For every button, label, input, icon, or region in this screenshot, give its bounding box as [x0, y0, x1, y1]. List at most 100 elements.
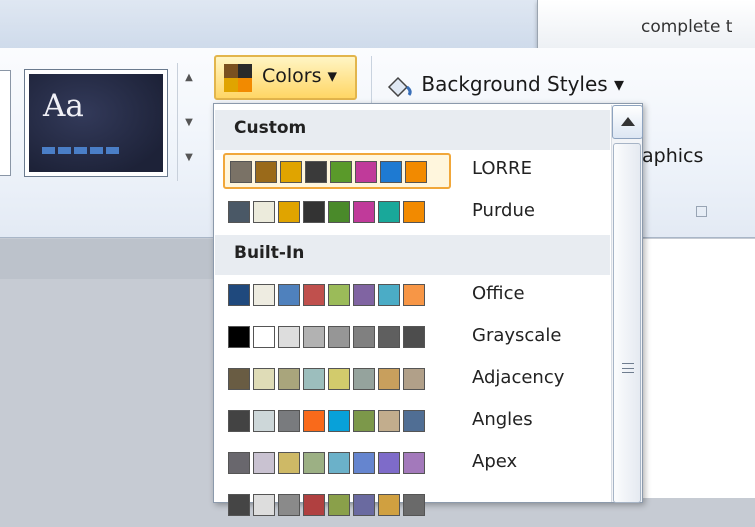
- scroll-up-button[interactable]: [612, 105, 643, 139]
- color-swatch: [403, 284, 425, 306]
- color-swatch-strip: [223, 362, 451, 398]
- color-swatch: [303, 494, 325, 516]
- theme-thumbnail[interactable]: Aa: [24, 69, 168, 177]
- builtin-group-header: Built-In: [215, 235, 610, 275]
- grip-icon: [622, 363, 634, 373]
- color-scheme-item[interactable]: LORRE: [215, 150, 610, 192]
- color-scheme-label: Office: [472, 283, 525, 304]
- scroll-thumb[interactable]: [613, 143, 641, 503]
- dialog-launcher-icon[interactable]: [696, 206, 707, 217]
- color-swatch: [303, 452, 325, 474]
- color-swatch: [303, 410, 325, 432]
- color-swatch: [278, 326, 300, 348]
- color-swatch: [228, 494, 250, 516]
- gallery-down-icon[interactable]: ▼: [181, 108, 197, 138]
- color-swatch: [253, 284, 275, 306]
- color-swatch-strip: [223, 195, 451, 231]
- color-scheme-label: Purdue: [472, 200, 535, 221]
- hide-background-graphics-label[interactable]: aphics: [642, 145, 703, 167]
- color-swatch: [278, 452, 300, 474]
- color-swatch: [378, 494, 400, 516]
- color-swatch: [403, 368, 425, 390]
- color-swatch: [253, 452, 275, 474]
- colors-button[interactable]: Colors ▾: [214, 55, 357, 100]
- color-swatch: [353, 326, 375, 348]
- color-swatch: [378, 201, 400, 223]
- theme-colors-icon: [224, 64, 254, 94]
- theme-preview-text: Aa: [43, 88, 84, 124]
- gallery-more-icon[interactable]: ▼: [181, 143, 197, 173]
- color-swatch: [253, 494, 275, 516]
- gallery-up-icon[interactable]: ▲: [181, 63, 197, 93]
- color-scheme-item[interactable]: [215, 485, 610, 527]
- theme-gallery-scroll: ▲ ▼ ▼: [177, 63, 199, 181]
- color-scheme-item[interactable]: Adjacency: [215, 359, 610, 401]
- color-swatch: [278, 201, 300, 223]
- color-swatch: [403, 410, 425, 432]
- color-swatch: [228, 326, 250, 348]
- color-swatch-strip: [223, 446, 451, 482]
- color-swatch: [278, 410, 300, 432]
- color-swatch: [328, 494, 350, 516]
- color-scheme-label: Angles: [472, 409, 533, 430]
- color-swatch: [255, 161, 277, 183]
- color-swatch: [403, 494, 425, 516]
- color-swatch: [303, 201, 325, 223]
- color-swatch: [228, 452, 250, 474]
- color-scheme-label: LORRE: [472, 158, 532, 179]
- color-swatch: [228, 284, 250, 306]
- color-swatch: [303, 326, 325, 348]
- arrow-up-icon: [621, 117, 635, 126]
- color-swatch: [353, 368, 375, 390]
- color-scheme-item[interactable]: Angles: [215, 401, 610, 443]
- color-swatch-strip: [223, 488, 451, 524]
- color-swatch: [305, 161, 327, 183]
- custom-group-header: Custom: [215, 110, 610, 150]
- color-swatch: [328, 368, 350, 390]
- color-scheme-item[interactable]: Office: [215, 275, 610, 317]
- color-swatch: [328, 201, 350, 223]
- color-swatch: [278, 494, 300, 516]
- background-styles-button[interactable]: Background Styles ▾: [385, 72, 624, 97]
- color-swatch: [403, 452, 425, 474]
- color-swatch: [253, 368, 275, 390]
- color-swatch: [378, 368, 400, 390]
- color-swatch: [378, 410, 400, 432]
- color-swatch: [253, 326, 275, 348]
- color-swatch: [278, 284, 300, 306]
- color-swatch: [253, 201, 275, 223]
- theme-thumbnail-previous[interactable]: [0, 70, 11, 176]
- color-swatch: [328, 284, 350, 306]
- color-swatch: [353, 201, 375, 223]
- right-pane: [624, 239, 755, 498]
- color-scheme-label: Grayscale: [472, 325, 562, 346]
- color-scheme-item[interactable]: Purdue: [215, 192, 610, 234]
- color-swatch: [380, 161, 402, 183]
- color-swatch-strip: [223, 320, 451, 356]
- color-swatch-strip: [223, 278, 451, 314]
- color-swatch: [228, 201, 250, 223]
- color-swatch: [303, 284, 325, 306]
- color-swatch: [228, 410, 250, 432]
- paint-bucket-icon: [387, 76, 412, 97]
- color-swatch: [405, 161, 427, 183]
- color-scheme-label: Apex: [472, 451, 518, 472]
- color-swatch: [353, 494, 375, 516]
- color-swatch: [378, 326, 400, 348]
- color-swatch: [330, 161, 352, 183]
- color-swatch: [253, 410, 275, 432]
- theme-color-bars: [42, 147, 119, 154]
- color-scheme-label: Adjacency: [472, 367, 565, 388]
- dropdown-scrollbar[interactable]: [611, 105, 643, 503]
- color-swatch: [328, 326, 350, 348]
- color-swatch: [278, 368, 300, 390]
- color-scheme-item[interactable]: Apex: [215, 443, 610, 485]
- tooltip-text: complete t: [641, 17, 733, 37]
- color-scheme-item[interactable]: Grayscale: [215, 317, 610, 359]
- background-styles-label: Background Styles ▾: [421, 72, 625, 96]
- colors-dropdown: Custom LORRE Purdue Built-In Office Graysc…: [213, 103, 643, 516]
- color-swatch: [228, 368, 250, 390]
- color-swatch: [378, 452, 400, 474]
- color-swatch: [353, 410, 375, 432]
- color-swatch: [328, 410, 350, 432]
